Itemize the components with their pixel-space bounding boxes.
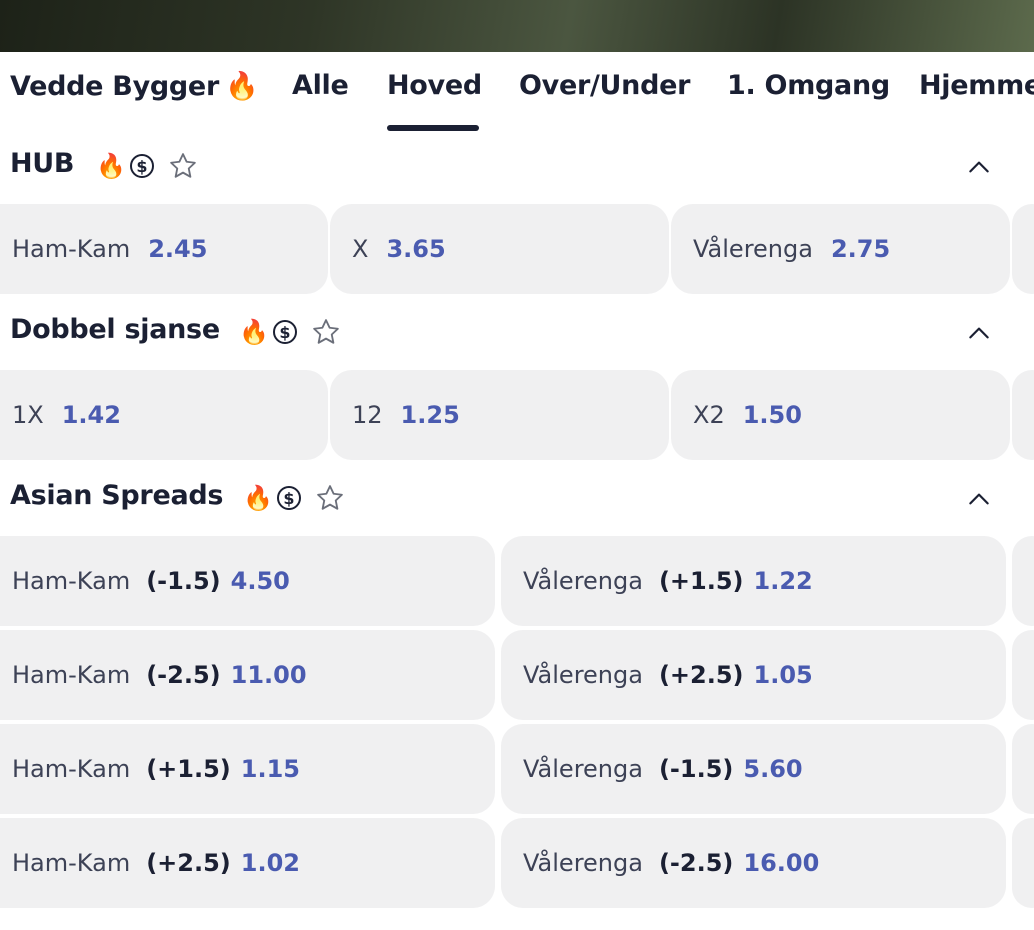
- fire-icon: 🔥: [239, 318, 269, 346]
- odds-value: 1.15: [240, 755, 300, 783]
- outcome-label: Ham-Kam: [12, 567, 131, 595]
- odds-value: 2.45: [148, 235, 208, 263]
- odds-button[interactable]: 1X 1.42: [0, 370, 328, 460]
- odds-value: 1.02: [240, 849, 300, 877]
- outcome-label: X: [352, 235, 369, 263]
- handicap-value: (-1.5): [146, 567, 221, 595]
- odds-value: 1.42: [61, 401, 121, 429]
- chevron-up-icon[interactable]: [966, 486, 992, 512]
- odds-button[interactable]: Ham-Kam (-1.5) 4.50: [0, 536, 495, 626]
- odds-value: 3.65: [386, 235, 446, 263]
- tab-label: Vedde Bygger: [10, 71, 219, 102]
- odds-value: 2.75: [830, 235, 891, 263]
- odds-value: 1.50: [742, 401, 802, 429]
- handicap-value: (+2.5): [658, 661, 744, 689]
- outcome-label: Ham-Kam: [12, 849, 131, 877]
- fire-icon: 🔥: [243, 484, 273, 512]
- hero-banner-image: [0, 0, 1034, 52]
- star-icon[interactable]: [315, 483, 345, 513]
- tab-alle[interactable]: Alle: [292, 70, 349, 101]
- handicap-value: (-2.5): [658, 849, 734, 877]
- odds-button-partial[interactable]: [1012, 370, 1034, 460]
- odds-button[interactable]: X2 1.50: [671, 370, 1010, 460]
- market-tabs: Vedde Bygger 🔥 Alle Hoved Over/Under 1. O…: [0, 52, 1034, 132]
- dollar-icon: $: [276, 486, 301, 510]
- handicap-value: (-1.5): [658, 755, 734, 783]
- fire-icon: 🔥: [224, 71, 259, 102]
- dollar-icon: $: [272, 320, 297, 344]
- tab-hoved[interactable]: Hoved: [387, 70, 482, 101]
- section-title: HUB: [10, 148, 75, 179]
- odds-button[interactable]: Ham-Kam (+2.5) 1.02: [0, 818, 495, 908]
- odds-button[interactable]: Vålerenga (-1.5) 5.60: [501, 724, 1006, 814]
- tab-1-omgang[interactable]: 1. Omgang: [727, 70, 890, 101]
- odds-value: 11.00: [230, 661, 307, 689]
- odds-button[interactable]: Vålerenga (+1.5) 1.22: [501, 536, 1006, 626]
- odds-button[interactable]: Vålerenga (+2.5) 1.05: [501, 630, 1006, 720]
- odds-value: 1.05: [753, 661, 813, 689]
- section-title: Asian Spreads: [10, 480, 224, 511]
- star-icon[interactable]: [311, 317, 341, 347]
- odds-value: 1.22: [753, 567, 813, 595]
- outcome-label: Vålerenga: [523, 567, 643, 595]
- odds-button[interactable]: Vålerenga 2.75: [671, 204, 1010, 294]
- odds-value: 1.25: [400, 401, 460, 429]
- handicap-value: (+1.5): [658, 567, 744, 595]
- handicap-value: (-2.5): [146, 661, 221, 689]
- outcome-label: 12: [352, 401, 383, 429]
- odds-value: 16.00: [743, 849, 820, 877]
- outcome-label: Vålerenga: [523, 755, 643, 783]
- odds-button-partial[interactable]: [1012, 536, 1034, 626]
- dollar-icon: $: [129, 154, 154, 178]
- outcome-label: Ham-Kam: [12, 661, 131, 689]
- odds-button[interactable]: Ham-Kam (+1.5) 1.15: [0, 724, 495, 814]
- tab-over-under[interactable]: Over/Under: [519, 70, 690, 101]
- tab-vedde-bygger[interactable]: Vedde Bygger 🔥: [10, 70, 259, 102]
- outcome-label: Ham-Kam: [12, 235, 131, 263]
- odds-value: 5.60: [743, 755, 803, 783]
- outcome-label: Vålerenga: [523, 661, 643, 689]
- odds-button-partial[interactable]: [1012, 204, 1034, 294]
- odds-button[interactable]: Vålerenga (-2.5) 16.00: [501, 818, 1006, 908]
- star-icon[interactable]: [168, 151, 198, 181]
- outcome-label: Ham-Kam: [12, 755, 131, 783]
- section-title: Dobbel sjanse: [10, 314, 220, 345]
- fire-icon: 🔥: [96, 152, 126, 180]
- odds-button-partial[interactable]: [1012, 724, 1034, 814]
- odds-button[interactable]: Ham-Kam 2.45: [0, 204, 328, 294]
- chevron-up-icon[interactable]: [966, 320, 992, 346]
- odds-button[interactable]: 12 1.25: [330, 370, 669, 460]
- handicap-value: (+2.5): [146, 849, 231, 877]
- odds-button[interactable]: Ham-Kam (-2.5) 11.00: [0, 630, 495, 720]
- chevron-up-icon[interactable]: [966, 154, 992, 180]
- odds-button[interactable]: X 3.65: [330, 204, 669, 294]
- odds-value: 4.50: [230, 567, 290, 595]
- tab-hjemme[interactable]: Hjemme: [919, 70, 1034, 101]
- odds-button-partial[interactable]: [1012, 818, 1034, 908]
- odds-button-partial[interactable]: [1012, 630, 1034, 720]
- outcome-label: X2: [693, 401, 725, 429]
- outcome-label: Vålerenga: [523, 849, 643, 877]
- outcome-label: Vålerenga: [693, 235, 813, 263]
- outcome-label: 1X: [12, 401, 44, 429]
- handicap-value: (+1.5): [146, 755, 231, 783]
- active-tab-indicator: [387, 125, 479, 131]
